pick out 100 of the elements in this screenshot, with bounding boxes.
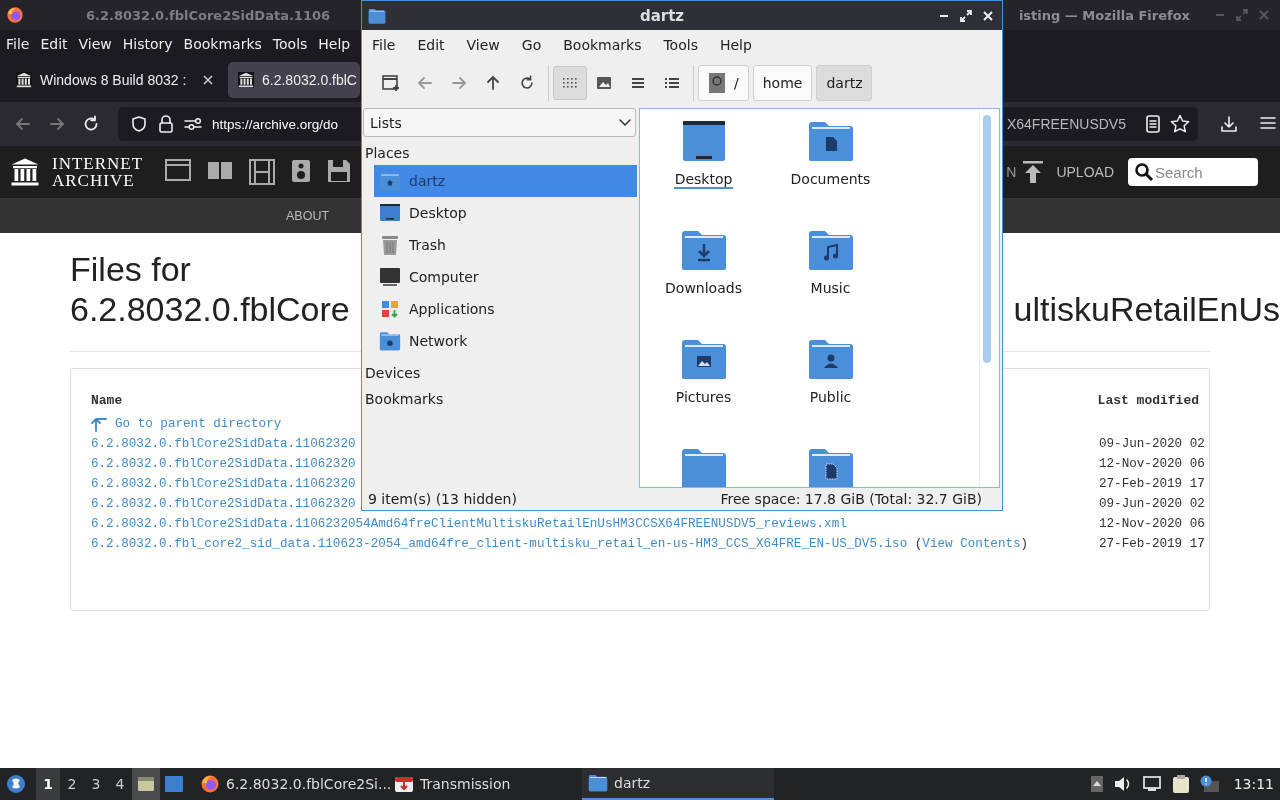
place-item[interactable]: Trash (374, 229, 637, 261)
table-cell-text: 27-Feb-2019 17 (1099, 537, 1206, 551)
table-cell-text: 09-Jun-2020 02 (1099, 437, 1206, 451)
new-window-icon[interactable] (382, 74, 400, 92)
place-item[interactable]: Applications (374, 293, 637, 325)
search-field[interactable]: Search (1128, 158, 1258, 186)
page-heading: 6.2.8032.0.fblCore (70, 289, 350, 329)
file-label[interactable]: Downloads (664, 280, 743, 298)
menu-item[interactable]: File (2, 36, 34, 52)
menu-item[interactable]: View (74, 36, 116, 52)
shield-icon[interactable] (130, 115, 148, 133)
start-menu-icon[interactable] (6, 774, 26, 794)
browser-tab[interactable]: 6.2.8032.0.fblC (228, 62, 360, 98)
file-link[interactable]: 6.2.8032.0.fblCore2SidData.1106232054Amd64freClientMultiskuRetailEnUsHM3CCSX64FREENUSDV5_reviews.xml (91, 517, 847, 531)
speaker-icon[interactable] (291, 159, 312, 183)
book-icon[interactable] (207, 159, 234, 181)
file-link[interactable]: 6.2.8032.0.fblCore2SidData.11062320 (91, 437, 356, 451)
window-icon[interactable] (165, 159, 192, 181)
section-title[interactable]: Bookmarks (362, 381, 637, 407)
forward-icon[interactable] (48, 115, 66, 133)
nav-link[interactable]: N (1006, 164, 1017, 180)
back-icon[interactable] (14, 115, 32, 133)
upload-icon[interactable] (1022, 160, 1045, 184)
star-icon[interactable] (1170, 114, 1190, 134)
menu-item[interactable]: Bookmarks (557, 37, 648, 53)
place-item[interactable]: Network (374, 325, 637, 357)
menu-item[interactable]: Help (314, 36, 355, 52)
workspace-button[interactable]: 3 (84, 768, 108, 800)
scrollbar-thumb[interactable] (983, 115, 991, 363)
file-label[interactable]: Pictures (674, 389, 733, 407)
transmission-icon (394, 774, 414, 794)
menu-icon[interactable] (1260, 115, 1276, 131)
up-icon[interactable] (485, 75, 501, 91)
workspace-button[interactable]: 2 (60, 768, 84, 800)
search-icon (1134, 162, 1154, 182)
menu-item[interactable]: Go (515, 37, 548, 53)
nav-link[interactable]: ABOUT (286, 208, 330, 223)
workspace-button[interactable]: 1 (36, 768, 60, 800)
network-icon[interactable] (1141, 776, 1162, 792)
file-label[interactable]: Desktop (673, 171, 734, 189)
view-contents-link[interactable]: View Contents (922, 537, 1021, 551)
browser-tab[interactable]: Windows 8 Build 8032 : (2, 62, 222, 98)
menu-item[interactable]: History (118, 36, 177, 52)
menu-item[interactable]: Edit (36, 36, 72, 52)
lock-icon[interactable] (158, 115, 174, 133)
table-cell-text: 09-Jun-2020 02 (1099, 497, 1206, 511)
chevron-down-icon (619, 118, 631, 127)
clipboard-icon[interactable] (1171, 774, 1190, 794)
drive-icon (708, 72, 726, 94)
place-item[interactable]: Desktop (374, 197, 637, 229)
window-icon[interactable] (164, 775, 184, 793)
notification-icon[interactable] (1199, 775, 1220, 793)
place-item[interactable]: Computer (374, 261, 637, 293)
menu-item[interactable]: Edit (411, 37, 451, 53)
archive-icon (16, 72, 32, 88)
download-icon[interactable] (1220, 115, 1238, 133)
workspace-button[interactable]: 4 (108, 768, 132, 800)
file-label[interactable]: Music (809, 280, 852, 298)
file-link[interactable]: 6.2.8032.0.fblCore2SidData.11062320 (91, 497, 356, 511)
table-cell: ) (1020, 537, 1029, 551)
file-manager-icon[interactable] (137, 775, 155, 793)
status-text: 9 item(s) (13 hidden) (368, 491, 517, 507)
volume-icon[interactable] (1113, 776, 1132, 792)
firefox-icon (6, 6, 24, 24)
permissions-icon[interactable] (184, 116, 202, 132)
file-label[interactable]: Documents (789, 171, 872, 189)
parent-link[interactable]: Go to parent directory (115, 417, 282, 431)
network-folder-icon (379, 330, 401, 352)
status-text: Free space: 17.8 GiB (Total: 32.7 GiB) (720, 491, 982, 507)
menu-item[interactable]: Bookmarks (179, 36, 266, 52)
menu-item[interactable]: View (460, 37, 506, 53)
table-cell-text: ( (913, 537, 923, 551)
up-arrow-icon[interactable] (91, 416, 107, 432)
path-button[interactable]: dartz (816, 65, 873, 101)
column-header: Name (91, 393, 123, 408)
path-button[interactable]: / (698, 65, 749, 101)
side-pane-dropdown[interactable]: Lists (363, 108, 636, 137)
site-logo[interactable]: INTERNET ARCHIVE (52, 155, 144, 189)
menu-item[interactable]: Tools (268, 36, 312, 52)
upload-link[interactable]: UPLOAD (1056, 164, 1114, 180)
menu-item[interactable]: File (366, 37, 402, 53)
file-link[interactable]: 6.2.8032.0.fblCore2SidData.11062320 (91, 477, 356, 491)
url-text: X64FREENUSDV5 (1006, 116, 1126, 132)
menu-item[interactable]: Tools (657, 37, 704, 53)
archive-logo-icon[interactable] (10, 157, 40, 187)
section-title[interactable]: Devices (362, 357, 637, 381)
film-icon[interactable] (249, 159, 276, 185)
page-heading: ultiskuRetailEnUs (1013, 289, 1280, 329)
reload-icon[interactable] (519, 75, 535, 91)
tray-expand-icon[interactable] (1089, 775, 1104, 793)
file-link[interactable]: 6.2.8032.0.fblCore2SidData.11062320 (91, 457, 356, 471)
reader-view-icon[interactable] (1146, 115, 1160, 133)
reload-icon[interactable] (82, 115, 100, 133)
taskbar-task[interactable]: dartz (582, 768, 774, 800)
menu-item[interactable]: Help (713, 37, 758, 53)
section-title: Places (364, 144, 411, 161)
file-link[interactable]: 6.2.8032.0.fbl_core2_sid_data.110623-2054_amd64fre_client-multisku_retail_en-us-HM3_CCS_X64FRE_EN-US_DV5.iso (91, 537, 908, 551)
file-label[interactable]: Public (808, 389, 853, 407)
computer-icon (379, 266, 401, 288)
path-button[interactable]: home (752, 65, 813, 101)
